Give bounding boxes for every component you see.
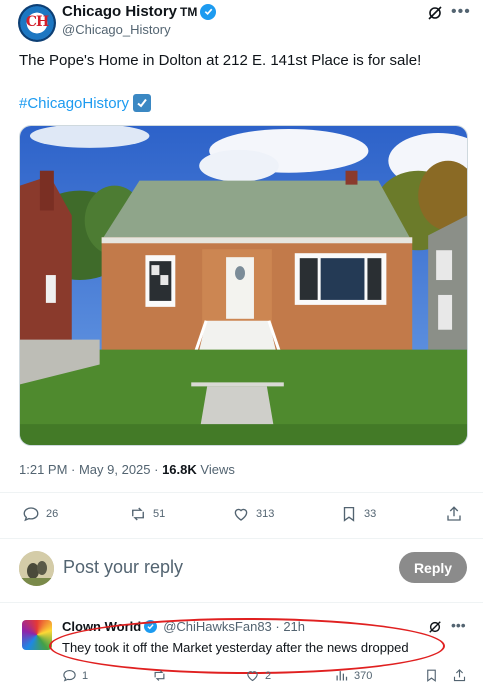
checkbox-emoji-icon <box>133 94 152 112</box>
bookmark-icon <box>427 669 436 682</box>
divider <box>0 492 483 493</box>
reply-button[interactable]: Reply <box>399 552 467 583</box>
share-action[interactable] <box>445 505 463 523</box>
like-icon <box>234 508 248 521</box>
views-icon <box>336 671 348 681</box>
reply-repost-action[interactable] <box>152 668 172 683</box>
reply-actions: 1 2 370 <box>62 668 470 686</box>
author-name-text: Chicago History <box>62 3 178 20</box>
like-count: 313 <box>256 508 275 520</box>
reply-author-avatar[interactable] <box>22 620 52 650</box>
house-photo-illustration <box>20 126 467 445</box>
reply-like-action[interactable]: 2 <box>245 668 271 683</box>
hashtag-row: #ChicagoHistory <box>19 94 152 112</box>
post-page: CH Chicago History TM @Chicago_History •… <box>0 0 483 691</box>
grok-icon[interactable] <box>428 620 442 634</box>
repost-count: 51 <box>153 508 166 520</box>
repost-icon <box>132 507 144 521</box>
reply-count: 26 <box>46 508 59 520</box>
more-icon[interactable]: ••• <box>451 3 471 21</box>
like-icon <box>247 671 258 682</box>
user-avatar-illustration <box>19 551 54 586</box>
post-actions: 26 51 313 33 <box>19 505 464 527</box>
reply-views-count: 370 <box>354 669 373 682</box>
bookmark-icon <box>343 506 355 522</box>
grok-icon[interactable] <box>427 5 443 21</box>
share-icon <box>447 506 461 521</box>
more-icon[interactable]: ••• <box>451 617 466 633</box>
bookmark-count: 33 <box>364 508 377 520</box>
views-label: Views <box>196 462 235 477</box>
post-text: The Pope's Home in Dolton at 212 E. 141s… <box>19 52 422 69</box>
hashtag-link[interactable]: #ChicagoHistory <box>19 95 129 112</box>
user-avatar[interactable] <box>19 551 54 586</box>
repost-icon <box>154 670 165 681</box>
post-timestamp[interactable]: 1:21 PM · May 9, 2025 · <box>19 462 162 477</box>
like-action[interactable]: 313 <box>232 505 274 523</box>
reply-reply-action[interactable]: 1 <box>62 668 88 683</box>
reply-reply-count: 1 <box>82 669 89 682</box>
trademark-text: TM <box>180 4 198 19</box>
share-icon <box>453 669 466 682</box>
divider <box>0 602 483 603</box>
reply-bookmark-action[interactable] <box>424 668 439 683</box>
reply-icon <box>63 669 76 682</box>
avatar-logo-text: CH <box>25 14 49 30</box>
author-avatar[interactable]: CH <box>18 4 56 42</box>
reply-input[interactable]: Post your reply <box>63 557 183 578</box>
author-handle[interactable]: @Chicago_History <box>62 22 171 37</box>
verified-badge-icon <box>200 3 217 20</box>
views-count: 16.8K <box>162 462 197 477</box>
reply-like-count: 2 <box>265 669 272 682</box>
post-photo[interactable] <box>19 125 468 446</box>
reply-share-action[interactable] <box>452 668 467 683</box>
highlight-annotation <box>49 618 445 674</box>
reply-views-action[interactable]: 370 <box>334 668 372 683</box>
repost-action[interactable]: 51 <box>129 505 165 523</box>
author-display-name[interactable]: Chicago History TM <box>62 3 217 20</box>
reply-action[interactable]: 26 <box>22 505 58 523</box>
bookmark-action[interactable]: 33 <box>340 505 376 523</box>
reply-icon <box>23 507 39 522</box>
post-meta: 1:21 PM · May 9, 2025 · 16.8K Views <box>19 462 235 477</box>
divider <box>0 538 483 539</box>
